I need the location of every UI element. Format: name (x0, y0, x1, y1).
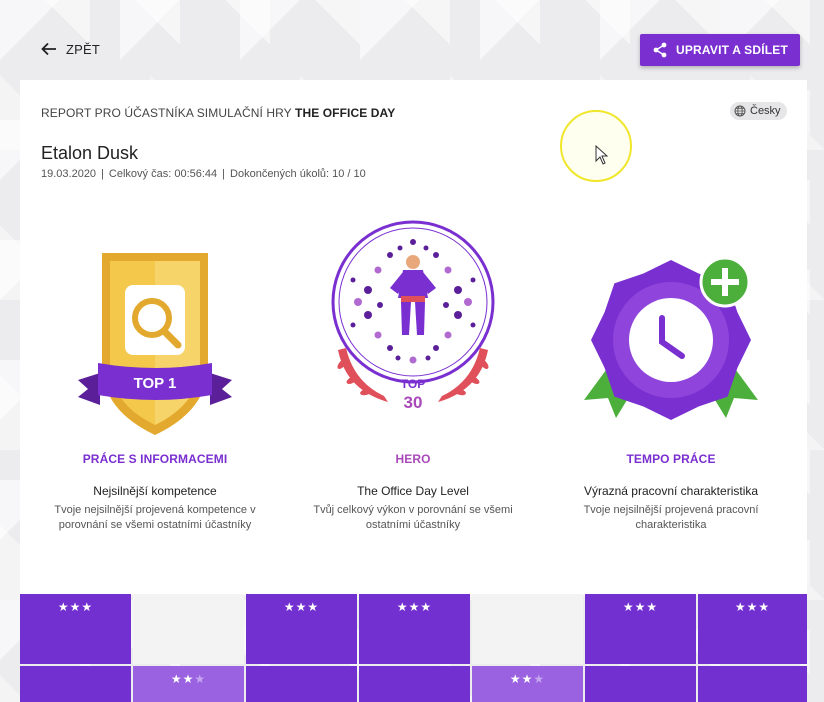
back-button[interactable]: ZPĚT (40, 40, 100, 58)
cursor-highlight (560, 110, 632, 182)
badge-subtitle: The Office Day Level (357, 484, 469, 498)
stars-rating: ★★★ (622, 600, 659, 614)
grid-cell: ★★★ (20, 594, 131, 664)
badge-title: PRÁCE S INFORMACEMI (82, 452, 228, 466)
tasks-done: Dokončených úkolů: 10 / 10 (230, 168, 366, 180)
grid-cell (359, 666, 470, 702)
share-label: UPRAVIT A SDÍLET (675, 43, 789, 57)
rank-top-text: TOP (401, 377, 425, 391)
stars-empty: ★ (194, 672, 207, 686)
badge-subtitle: Výrazná pracovní charakteristika (583, 484, 759, 498)
grid-cell (472, 594, 583, 664)
stars-rating: ★★ (170, 672, 195, 686)
total-time: Celkový čas: 00:56:44 (108, 168, 218, 180)
participant-name: Etalon Dusk (41, 143, 139, 163)
grid-cell (246, 666, 357, 702)
grid-cell: ★★★ (698, 594, 807, 664)
top-bar: ZPĚT UPRAVIT A SDÍLET (0, 0, 824, 80)
arrow-left-icon (41, 42, 56, 56)
language-selector[interactable]: Česky (730, 102, 787, 120)
grid-cell: ★★★ (246, 594, 357, 664)
badge-title: HERO (395, 452, 431, 466)
hero-badge-icon: TOP 30 (331, 220, 495, 412)
game-name: THE OFFICE DAY (295, 106, 396, 120)
language-label: Česky (750, 105, 781, 117)
badge-title: TEMPO PRÁCE (626, 452, 716, 466)
grid-cell (20, 666, 131, 702)
back-label: ZPĚT (66, 41, 101, 57)
report-heading: REPORT PRO ÚČASTNÍKA SIMULAČNÍ HRY THE O… (41, 106, 395, 120)
grid-cell (585, 666, 696, 702)
rank-number-text: 30 (404, 393, 423, 412)
stars-empty: ★ (533, 672, 546, 686)
stars-rating: ★★★ (283, 600, 320, 614)
badge-ribbon-text: TOP 1 (134, 375, 177, 392)
stars-rating: ★★ (509, 672, 534, 686)
grid-cell (698, 666, 807, 702)
edit-and-share-button[interactable]: UPRAVIT A SDÍLET (640, 34, 800, 66)
grid-cell (133, 594, 244, 664)
stars-grid: ★★★ ★★★ ★★★ ★★★ ★★★ ★★★ ★★★ (20, 594, 807, 702)
report-date: 19.03.2020 (41, 168, 97, 180)
shield-badge-icon: TOP 1 (78, 253, 232, 435)
stars-rating: ★★★ (396, 600, 433, 614)
badge-description: Tvoje nejsilnější projevená pracovní cha… (583, 504, 759, 531)
clock-rosette-badge-icon (584, 256, 758, 420)
grid-cell: ★★★ (359, 594, 470, 664)
stars-rating: ★★★ (57, 600, 94, 614)
mouse-pointer-icon (595, 145, 609, 165)
grid-cell: ★★★ (585, 594, 696, 664)
report-card: REPORT PRO ÚČASTNÍKA SIMULAČNÍ HRY THE O… (20, 80, 807, 595)
grid-cell: ★★★ (133, 666, 244, 702)
report-meta: 19.03.2020 | Celkový čas: 00:56:44 | Dokonče… (41, 168, 366, 180)
badge-description: Tvůj celkový výkon v porovnání se všemi … (313, 504, 513, 531)
globe-icon (734, 105, 746, 117)
grid-cell: ★★★ (472, 666, 583, 702)
badge-description: Tvoje nejsilnější projevená kompetence v… (54, 504, 256, 531)
badge-subtitle: Nejsilnější kompetence (93, 484, 217, 498)
report-prefix: REPORT PRO ÚČASTNÍKA SIMULAČNÍ HRY (41, 106, 296, 120)
share-icon (653, 42, 667, 58)
stars-rating: ★★★ (734, 600, 771, 614)
